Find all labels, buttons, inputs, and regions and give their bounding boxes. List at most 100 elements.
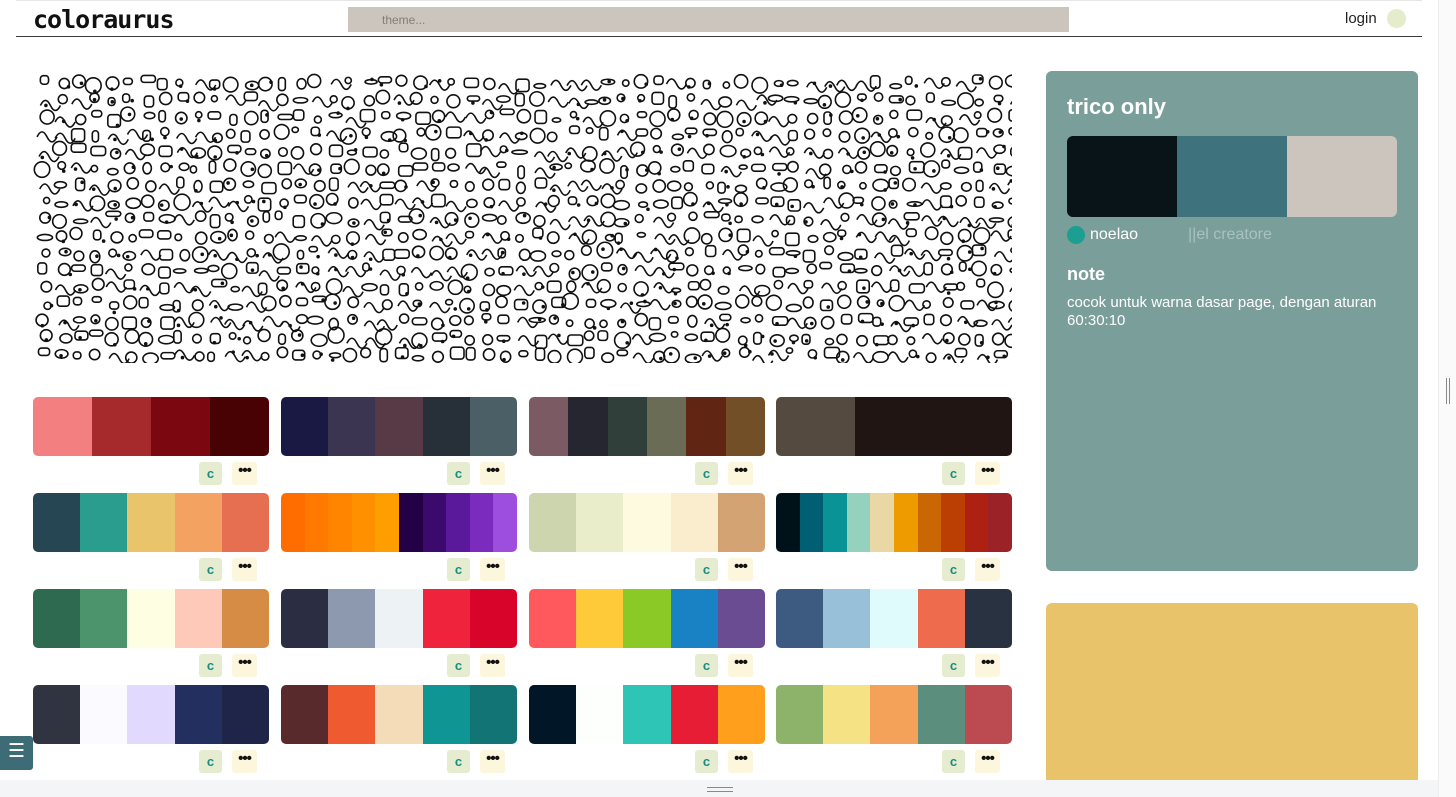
color-swatch[interactable] xyxy=(422,685,470,744)
color-swatch[interactable] xyxy=(529,589,577,648)
palette-card[interactable] xyxy=(529,589,765,648)
more-options-button[interactable]: ••• xyxy=(975,654,1000,677)
palette-card[interactable] xyxy=(776,493,1012,552)
color-swatch[interactable] xyxy=(33,493,81,552)
color-swatch[interactable] xyxy=(328,589,376,648)
palette-card[interactable] xyxy=(33,685,269,744)
color-swatch[interactable] xyxy=(776,493,800,552)
palette-card[interactable] xyxy=(529,685,765,744)
color-swatch[interactable] xyxy=(646,397,687,456)
color-swatch[interactable] xyxy=(529,493,577,552)
color-swatch[interactable] xyxy=(854,397,934,456)
color-swatch[interactable] xyxy=(941,493,965,552)
color-swatch[interactable] xyxy=(281,685,329,744)
copy-button[interactable]: c xyxy=(447,654,470,677)
color-swatch[interactable] xyxy=(375,589,423,648)
color-swatch[interactable] xyxy=(799,493,824,552)
color-swatch[interactable] xyxy=(375,685,423,744)
color-swatch[interactable] xyxy=(328,685,376,744)
color-swatch[interactable] xyxy=(893,493,918,552)
color-swatch[interactable] xyxy=(127,685,175,744)
color-swatch[interactable] xyxy=(670,589,718,648)
copy-button[interactable]: c xyxy=(942,750,965,773)
color-swatch[interactable] xyxy=(469,589,517,648)
color-swatch[interactable] xyxy=(725,397,765,456)
more-options-button[interactable]: ••• xyxy=(480,462,505,485)
scroll-grip-icon[interactable] xyxy=(1446,378,1450,404)
color-swatch[interactable] xyxy=(717,685,765,744)
color-swatch[interactable] xyxy=(174,589,222,648)
color-swatch[interactable] xyxy=(469,397,517,456)
more-options-button[interactable]: ••• xyxy=(232,750,257,773)
color-swatch[interactable] xyxy=(446,493,470,552)
color-swatch[interactable] xyxy=(281,397,329,456)
color-swatch[interactable] xyxy=(607,397,647,456)
color-swatch[interactable] xyxy=(917,589,965,648)
palette-card[interactable] xyxy=(33,397,269,456)
color-swatch[interactable] xyxy=(529,685,577,744)
more-options-button[interactable]: ••• xyxy=(728,558,753,581)
color-swatch[interactable] xyxy=(917,493,942,552)
color-swatch[interactable] xyxy=(33,397,92,456)
color-swatch[interactable] xyxy=(422,589,470,648)
color-swatch[interactable] xyxy=(351,493,376,552)
color-swatch[interactable] xyxy=(151,397,210,456)
creator-avatar[interactable] xyxy=(1067,226,1085,244)
color-swatch[interactable] xyxy=(823,589,871,648)
color-swatch[interactable] xyxy=(33,589,81,648)
color-swatch[interactable] xyxy=(576,685,624,744)
avatar[interactable] xyxy=(1387,9,1406,28)
palette-card[interactable] xyxy=(33,589,269,648)
color-swatch[interactable] xyxy=(529,397,569,456)
color-swatch[interactable] xyxy=(80,493,128,552)
search-input[interactable] xyxy=(348,7,1069,32)
color-swatch[interactable] xyxy=(576,493,624,552)
copy-button[interactable]: c xyxy=(447,462,470,485)
more-options-button[interactable]: ••• xyxy=(232,462,257,485)
copy-button[interactable]: c xyxy=(447,750,470,773)
color-swatch[interactable] xyxy=(717,589,765,648)
color-swatch[interactable] xyxy=(304,493,329,552)
color-swatch[interactable] xyxy=(210,397,269,456)
more-options-button[interactable]: ••• xyxy=(728,462,753,485)
color-swatch[interactable] xyxy=(576,589,624,648)
color-swatch[interactable] xyxy=(988,493,1012,552)
color-swatch[interactable] xyxy=(964,589,1012,648)
color-swatch[interactable] xyxy=(422,493,447,552)
color-swatch[interactable] xyxy=(823,685,871,744)
color-swatch[interactable] xyxy=(493,493,517,552)
palette-card[interactable] xyxy=(281,493,517,552)
more-options-button[interactable]: ••• xyxy=(728,654,753,677)
color-swatch[interactable] xyxy=(1067,136,1177,217)
color-swatch[interactable] xyxy=(964,685,1012,744)
menu-icon[interactable]: ☰ xyxy=(0,736,33,770)
color-swatch[interactable] xyxy=(328,397,376,456)
palette-card[interactable] xyxy=(281,589,517,648)
color-swatch[interactable] xyxy=(92,397,151,456)
color-swatch[interactable] xyxy=(127,589,175,648)
color-swatch[interactable] xyxy=(776,589,824,648)
color-swatch[interactable] xyxy=(398,493,423,552)
color-swatch[interactable] xyxy=(174,493,222,552)
color-swatch[interactable] xyxy=(80,685,128,744)
creator-name[interactable]: noelao xyxy=(1090,226,1138,244)
color-swatch[interactable] xyxy=(33,685,81,744)
palette-card[interactable] xyxy=(776,685,1012,744)
copy-button[interactable]: c xyxy=(447,558,470,581)
copy-button[interactable]: c xyxy=(199,750,222,773)
color-swatch[interactable] xyxy=(375,493,399,552)
color-swatch[interactable] xyxy=(422,397,470,456)
color-swatch[interactable] xyxy=(281,589,329,648)
color-swatch[interactable] xyxy=(870,493,894,552)
color-swatch[interactable] xyxy=(870,589,918,648)
more-options-button[interactable]: ••• xyxy=(975,462,1000,485)
color-swatch[interactable] xyxy=(221,685,269,744)
copy-button[interactable]: c xyxy=(695,462,718,485)
color-swatch[interactable] xyxy=(221,589,269,648)
palette-card[interactable] xyxy=(529,397,765,456)
detail-palette-strip[interactable] xyxy=(1067,136,1397,217)
palette-card[interactable] xyxy=(776,589,1012,648)
palette-card[interactable] xyxy=(529,493,765,552)
color-swatch[interactable] xyxy=(776,685,824,744)
site-logo[interactable]: coloraurus xyxy=(33,5,175,34)
